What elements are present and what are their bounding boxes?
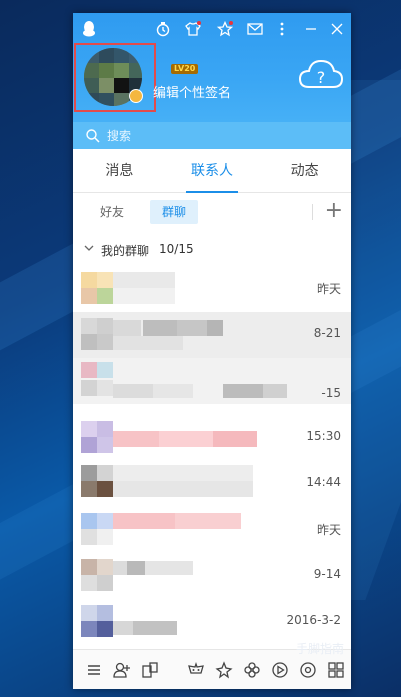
add-friend-icon[interactable] (111, 659, 133, 681)
row-date: 8-21 (313, 326, 341, 340)
group-count: 10/15 (159, 242, 194, 256)
row-date: -15 (321, 386, 341, 400)
list-item[interactable]: 昨天 (73, 266, 351, 312)
search-icon (86, 128, 100, 143)
watermark: 手脚指南 (296, 642, 345, 656)
star-icon[interactable] (215, 19, 235, 39)
pinwheel-icon[interactable] (241, 659, 263, 681)
subtab-groups[interactable]: 群聊 (150, 200, 199, 224)
main-tabs: 消息 联系人 动态 (73, 149, 351, 193)
row-date: 14:44 (306, 475, 341, 489)
sub-tabs: 好友 群聊 + (73, 193, 351, 231)
music-icon[interactable] (297, 659, 319, 681)
apps-icon[interactable] (325, 659, 347, 681)
row-date: 昨天 (316, 282, 341, 296)
close-icon[interactable] (327, 19, 347, 39)
app-manager-icon[interactable] (139, 659, 161, 681)
profile-header: LV20 编辑个性签名 ? (73, 13, 351, 122)
list-item[interactable]: 9-14 (73, 553, 351, 599)
qq-penguin-icon[interactable] (79, 19, 99, 39)
search-bar[interactable]: 搜索 (73, 122, 351, 149)
minimize-icon[interactable] (301, 19, 321, 39)
game-icon[interactable] (185, 659, 207, 681)
list-item[interactable]: 昨天 (73, 507, 351, 553)
chevron-down-icon (84, 245, 94, 251)
row-date: 昨天 (316, 523, 341, 537)
list-item[interactable]: 14:44 (73, 461, 351, 507)
list-item[interactable]: 2016-3-2 (73, 599, 351, 645)
search-input[interactable]: 搜索 (107, 127, 131, 144)
cloud-icon[interactable]: ? (297, 53, 345, 93)
video-icon[interactable] (269, 659, 291, 681)
row-date: 15:30 (306, 429, 341, 443)
list-item[interactable]: 8-21 (73, 312, 351, 358)
list-item[interactable]: -15 (73, 358, 351, 404)
qq-main-window: LV20 编辑个性签名 ? 搜索 消息 联系人 动态 好友 群聊 + 我的群聊 … (73, 13, 351, 689)
tab-messages[interactable]: 消息 (73, 149, 166, 192)
row-date: 9-14 (313, 567, 341, 581)
menu-icon[interactable] (83, 659, 105, 681)
group-name: 我的群聊 (101, 244, 150, 258)
group-header[interactable]: 我的群聊 10/15 (73, 237, 351, 261)
game-center-icon[interactable] (213, 659, 235, 681)
shirt-icon[interactable] (183, 19, 203, 39)
divider (312, 204, 313, 220)
list-item[interactable]: 15:30 (73, 415, 351, 461)
level-badge: LV20 (171, 64, 199, 74)
mail-icon[interactable] (245, 19, 265, 39)
signature-field[interactable]: 编辑个性签名 (153, 82, 231, 101)
add-button[interactable]: + (325, 199, 343, 223)
more-icon[interactable] (272, 19, 292, 39)
avatar-highlight-box (74, 43, 156, 112)
status-indicator[interactable] (129, 89, 143, 103)
row-date: 2016-3-2 (286, 613, 341, 627)
tab-feeds[interactable]: 动态 (258, 149, 351, 192)
tasks-icon[interactable] (153, 19, 173, 39)
tab-contacts[interactable]: 联系人 (166, 149, 259, 193)
subtab-friends[interactable]: 好友 (88, 200, 136, 224)
svg-text:?: ? (317, 68, 326, 87)
